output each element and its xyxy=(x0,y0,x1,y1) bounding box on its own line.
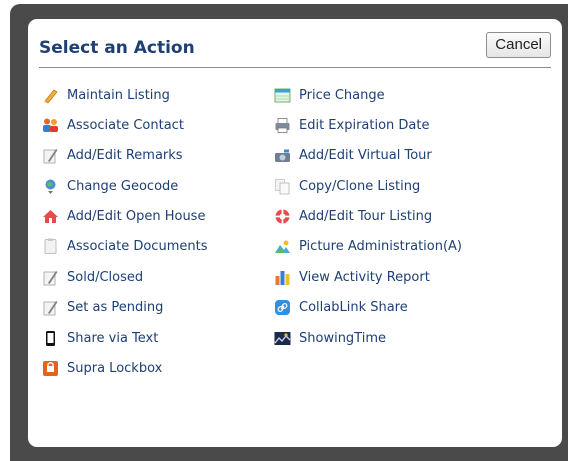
link-icon xyxy=(274,299,291,316)
action-edit-expiration-date[interactable]: Edit Expiration Date xyxy=(274,115,462,135)
action-associate-documents[interactable]: Associate Documents xyxy=(42,237,207,257)
action-label: Copy/Clone Listing xyxy=(299,178,421,194)
edit-note-icon xyxy=(42,269,59,286)
action-label: Set as Pending xyxy=(67,300,164,316)
action-label: Add/Edit Virtual Tour xyxy=(299,148,432,164)
action-view-activity-report[interactable]: View Activity Report xyxy=(274,267,462,287)
action-label: Edit Expiration Date xyxy=(299,117,430,133)
action-label: Associate Documents xyxy=(67,239,208,255)
action-label: Add/Edit Remarks xyxy=(67,148,183,164)
action-label: Price Change xyxy=(299,87,385,103)
dialog-header: Select an Action Cancel xyxy=(39,29,551,68)
action-collablink-share[interactable]: CollabLink Share xyxy=(274,298,462,318)
action-picture-administration[interactable]: Picture Administration(A) xyxy=(274,237,462,257)
dialog-title: Select an Action xyxy=(39,38,195,58)
action-associate-contact[interactable]: Associate Contact xyxy=(42,115,207,135)
contacts-icon xyxy=(42,117,59,134)
price-table-icon xyxy=(274,87,291,104)
action-add-edit-tour-listing[interactable]: Add/Edit Tour Listing xyxy=(274,207,462,227)
action-label: CollabLink Share xyxy=(299,300,408,316)
action-showingtime[interactable]: ShowingTime xyxy=(274,328,462,348)
action-label: View Activity Report xyxy=(299,269,430,285)
globe-pin-icon xyxy=(42,178,59,195)
action-label: Add/Edit Tour Listing xyxy=(299,209,433,225)
action-add-edit-remarks[interactable]: Add/Edit Remarks xyxy=(42,146,207,166)
action-label: Associate Contact xyxy=(67,117,184,133)
action-maintain-listing[interactable]: Maintain Listing xyxy=(42,85,207,105)
document-icon xyxy=(42,238,59,255)
bar-chart-icon xyxy=(274,269,291,286)
action-label: Picture Administration(A) xyxy=(299,239,463,255)
select-action-dialog: Select an Action Cancel Maintain Listing… xyxy=(28,19,562,447)
copy-icon xyxy=(274,178,291,195)
lifebuoy-icon xyxy=(274,208,291,225)
action-label: Share via Text xyxy=(67,330,159,346)
printer-icon xyxy=(274,117,291,134)
action-add-edit-virtual-tour[interactable]: Add/Edit Virtual Tour xyxy=(274,146,462,166)
action-label: ShowingTime xyxy=(299,330,386,346)
action-set-as-pending[interactable]: Set as Pending xyxy=(42,298,207,318)
action-label: Add/Edit Open House xyxy=(67,209,206,225)
picture-icon xyxy=(274,238,291,255)
action-share-via-text[interactable]: Share via Text xyxy=(42,328,207,348)
edit-note-icon xyxy=(42,147,59,164)
action-sold-closed[interactable]: Sold/Closed xyxy=(42,267,207,287)
action-add-edit-open-house[interactable]: Add/Edit Open House xyxy=(42,207,207,227)
lockbox-icon xyxy=(42,360,59,377)
showingtime-icon xyxy=(274,330,291,347)
cancel-button[interactable]: Cancel xyxy=(486,32,551,58)
action-copy-clone-listing[interactable]: Copy/Clone Listing xyxy=(274,176,462,196)
action-label: Maintain Listing xyxy=(67,87,170,103)
action-change-geocode[interactable]: Change Geocode xyxy=(42,176,207,196)
edit-note-icon xyxy=(42,299,59,316)
action-label: Sold/Closed xyxy=(67,269,144,285)
actions-right-column: Price Change Edit Expiration Date Add/Ed… xyxy=(274,85,462,359)
action-supra-lockbox[interactable]: Supra Lockbox xyxy=(42,359,207,379)
pencil-icon xyxy=(42,87,59,104)
action-price-change[interactable]: Price Change xyxy=(274,85,462,105)
action-label: Change Geocode xyxy=(67,178,179,194)
action-label: Supra Lockbox xyxy=(67,361,163,377)
camera-icon xyxy=(274,147,291,164)
actions-left-column: Maintain Listing Associate Contact Add/E… xyxy=(42,85,207,389)
phone-icon xyxy=(42,330,59,347)
house-icon xyxy=(42,208,59,225)
